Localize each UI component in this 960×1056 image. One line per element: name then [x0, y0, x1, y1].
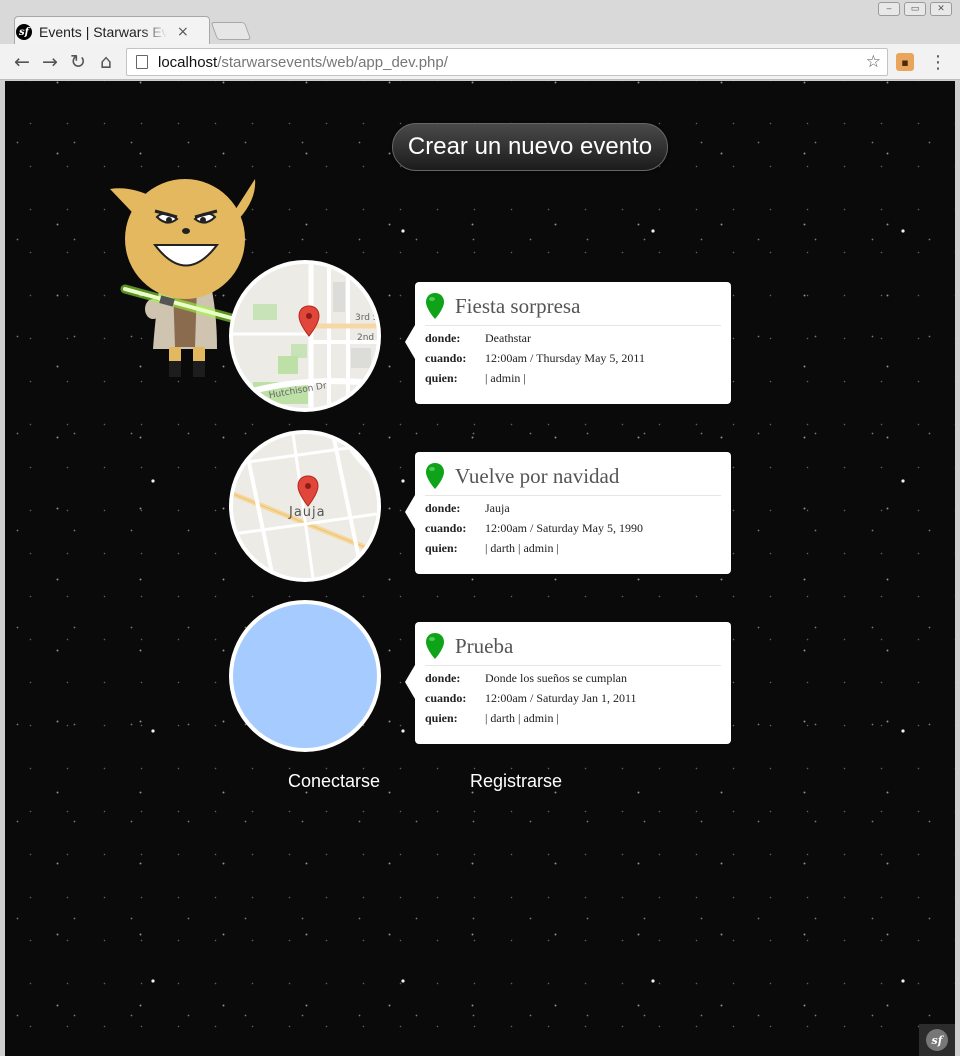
- where-label: donde:: [425, 501, 461, 515]
- when-label: cuando:: [425, 691, 467, 705]
- event-map-thumbnail[interactable]: 3rd S 2nd Hutchison Dr: [229, 260, 381, 412]
- event-card: Fiesta sorpresa donde: Deathstar cuando: 1…: [405, 282, 731, 404]
- login-link[interactable]: Conectarse: [288, 771, 380, 792]
- who-label: quien:: [425, 711, 458, 725]
- event-location: Donde los sueños se cumplan: [485, 671, 627, 685]
- event-attendees: | darth | admin |: [485, 711, 559, 725]
- when-label: cuando:: [425, 351, 467, 365]
- minimize-icon[interactable]: ‒: [878, 2, 900, 16]
- map-pin-icon: [426, 293, 444, 319]
- event-card: Prueba donde: Donde los sueños se cumplan…: [405, 622, 731, 744]
- url-host: localhost: [158, 53, 218, 71]
- page-viewport: Crear un nuevo evento 3rd S 2nd Hutchiso…: [5, 81, 955, 1056]
- event-item: Prueba donde: Donde los sueños se cumplan…: [229, 600, 732, 752]
- where-label: donde:: [425, 671, 461, 685]
- map-pin-icon: [426, 633, 444, 659]
- event-attendees: | darth | admin |: [485, 541, 559, 555]
- address-bar[interactable]: localhost/starwarsevents/web/app_dev.php…: [126, 48, 888, 76]
- map-place-label: Jauja: [288, 505, 326, 520]
- event-location: Jauja: [485, 501, 510, 515]
- event-attendees: | admin |: [485, 371, 526, 385]
- browser-toolbar: ← → ↻ ⌂ localhost/starwarsevents/web/app…: [0, 44, 960, 80]
- where-label: donde:: [425, 331, 461, 345]
- browser-tab-content[interactable]: sf Events | Starwars Events ×: [12, 20, 208, 44]
- close-tab-icon[interactable]: ×: [177, 24, 189, 40]
- event-item: 3rd S 2nd Hutchison Dr Fiesta sorpresa d…: [229, 260, 732, 412]
- who-label: quien:: [425, 541, 458, 555]
- event-datetime: 12:00am / Saturday Jan 1, 2011: [485, 691, 637, 705]
- event-title[interactable]: Fiesta sorpresa: [455, 294, 580, 319]
- browser-tab-strip: sf Events | Starwars Events × ‒ ▭ ✕: [0, 0, 960, 45]
- symfony-favicon-icon: sf: [16, 24, 32, 40]
- home-icon[interactable]: ⌂: [94, 50, 118, 74]
- map-pin-icon: [426, 463, 444, 489]
- event-card: Vuelve por navidad donde: Jauja cuando: 12…: [405, 452, 731, 574]
- who-label: quien:: [425, 371, 458, 385]
- window-close-icon[interactable]: ✕: [930, 2, 952, 16]
- event-title[interactable]: Prueba: [455, 634, 513, 659]
- reload-icon[interactable]: ↻: [66, 50, 90, 74]
- event-map-thumbnail[interactable]: [229, 600, 381, 752]
- symfony-toolbar-toggle[interactable]: sf: [919, 1024, 955, 1056]
- event-item: Jauja Vuelve por navidad donde: Jauja cua…: [229, 430, 732, 582]
- new-tab-button[interactable]: [210, 22, 252, 40]
- register-link[interactable]: Registrarse: [470, 771, 562, 792]
- event-title[interactable]: Vuelve por navidad: [455, 464, 619, 489]
- extension-icon[interactable]: ▪: [896, 53, 914, 71]
- url-path: /starwarsevents/web/app_dev.php/: [217, 53, 448, 71]
- event-datetime: 12:00am / Thursday May 5, 2011: [485, 351, 645, 365]
- bookmark-star-icon[interactable]: ☆: [866, 52, 881, 72]
- map-street-label: 2nd: [357, 333, 374, 343]
- event-datetime: 12:00am / Saturday May 5, 1990: [485, 521, 643, 535]
- when-label: cuando:: [425, 521, 467, 535]
- page-info-icon[interactable]: [136, 55, 148, 69]
- window-controls: ‒ ▭ ✕: [878, 2, 952, 16]
- forward-icon[interactable]: →: [38, 50, 62, 74]
- map-street-label: 3rd S: [355, 313, 377, 323]
- event-map-thumbnail[interactable]: Jauja: [229, 430, 381, 582]
- tab-title: Events | Starwars Events: [39, 24, 167, 40]
- event-location: Deathstar: [485, 331, 531, 345]
- create-event-button[interactable]: Crear un nuevo evento: [392, 123, 668, 171]
- restore-icon[interactable]: ▭: [904, 2, 926, 16]
- back-icon[interactable]: ←: [10, 50, 34, 74]
- kebab-menu-icon[interactable]: ⋮: [928, 52, 948, 73]
- symfony-logo-icon: sf: [926, 1029, 948, 1051]
